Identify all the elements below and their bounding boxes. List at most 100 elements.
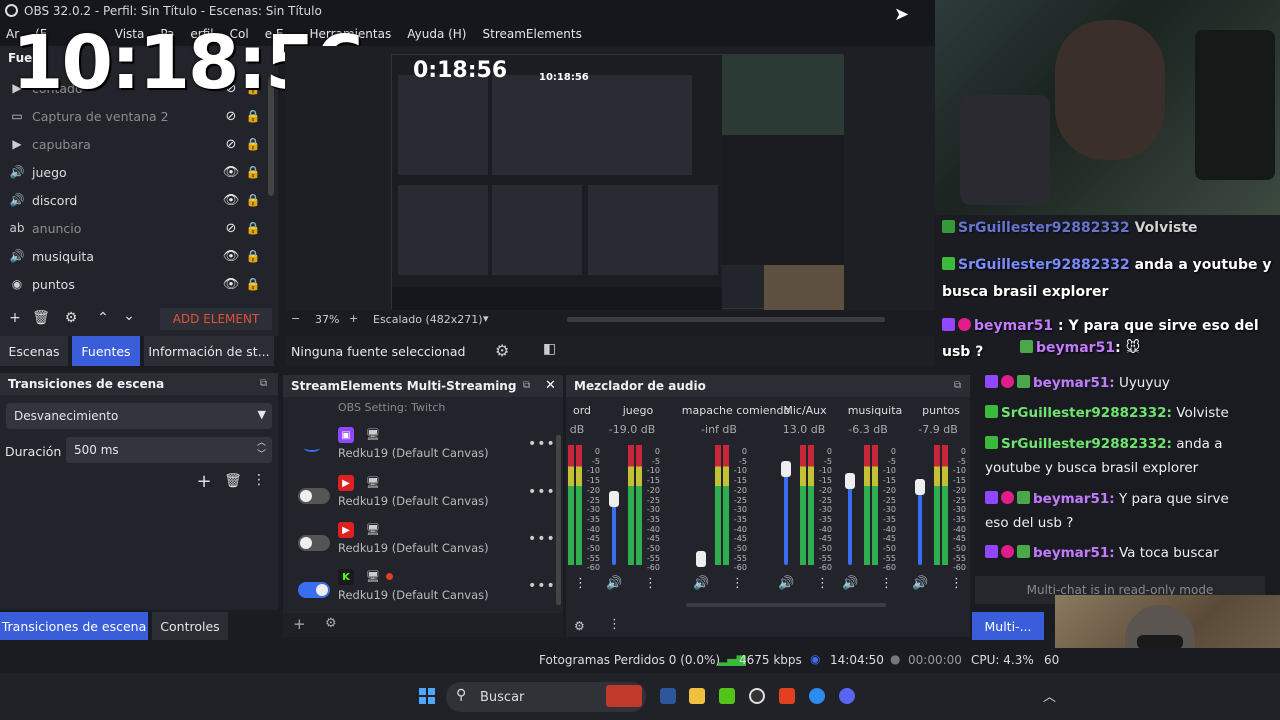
file-explorer-icon[interactable] bbox=[689, 688, 705, 704]
trash-icon[interactable]: 🗑 bbox=[32, 310, 50, 326]
gear-icon[interactable]: ⚙ bbox=[325, 616, 337, 631]
destination-toggle[interactable] bbox=[298, 488, 330, 504]
mixer-menu-icon[interactable]: ⋮ bbox=[608, 617, 621, 632]
add-transition-icon[interactable]: + bbox=[194, 471, 214, 492]
source-item[interactable]: ▭ Captura de ventana 2 ⊘ 🔒 bbox=[0, 102, 265, 130]
eye-icon[interactable]: 👁 bbox=[221, 249, 241, 264]
fader-knob[interactable] bbox=[781, 461, 791, 477]
lock-icon[interactable]: 🔒 bbox=[241, 277, 265, 291]
destination-row: ▣ 🖥 Redku19 (Default Canvas) ••• bbox=[288, 426, 556, 470]
destination-menu-icon[interactable]: ••• bbox=[528, 531, 556, 547]
source-item[interactable]: 🔊 discord 👁 🔒 bbox=[0, 186, 265, 214]
transition-menu-icon[interactable]: ⋮ bbox=[252, 472, 266, 488]
channel-menu-icon[interactable]: ⋮ bbox=[950, 576, 963, 591]
lock-icon[interactable]: 🔒 bbox=[241, 165, 265, 179]
tab-stream-info[interactable]: Información de st... bbox=[144, 336, 274, 366]
lock-icon[interactable]: 🔒 bbox=[241, 109, 265, 123]
tab-scenes[interactable]: Escenas bbox=[0, 336, 68, 366]
eye-icon[interactable]: 👁 bbox=[221, 277, 241, 292]
volume-fader[interactable] bbox=[612, 499, 616, 565]
destination-toggle[interactable] bbox=[298, 582, 330, 598]
tab-controls[interactable]: Controles bbox=[152, 612, 228, 640]
float-dock-icon[interactable]: ⧉ bbox=[260, 378, 267, 389]
add-element-button[interactable]: ADD ELEMENT bbox=[160, 308, 272, 330]
brave-icon[interactable] bbox=[779, 688, 795, 704]
close-icon[interactable]: ✕ bbox=[545, 378, 556, 393]
channel-menu-icon[interactable]: ⋮ bbox=[731, 576, 744, 591]
speaker-icon[interactable]: 🔊 bbox=[693, 576, 709, 591]
destination-toggle[interactable] bbox=[298, 535, 330, 551]
destination-menu-icon[interactable]: ••• bbox=[528, 484, 556, 500]
speaker-icon[interactable]: 🔊 bbox=[842, 576, 858, 591]
chat-username[interactable]: beymar51: bbox=[1033, 545, 1115, 561]
lock-icon[interactable]: 🔒 bbox=[241, 249, 265, 263]
scale-dropdown-icon[interactable]: ▾ bbox=[483, 312, 489, 325]
volume-fader[interactable] bbox=[784, 469, 788, 565]
obs-app-icon[interactable] bbox=[749, 688, 765, 704]
word-icon[interactable] bbox=[660, 688, 676, 704]
chat-username[interactable]: SrGuillester92882332: bbox=[1001, 405, 1172, 421]
remove-transition-icon[interactable]: 🗑 bbox=[224, 473, 242, 489]
destination-menu-icon[interactable]: ••• bbox=[528, 578, 556, 594]
duration-spinbox[interactable]: 500 ms ︿ ﹀ bbox=[66, 437, 272, 463]
fader-knob[interactable] bbox=[609, 491, 619, 507]
move-down-icon[interactable]: ⌄ bbox=[120, 308, 138, 324]
menu-help[interactable]: Ayuda (H) bbox=[407, 27, 466, 41]
tray-chevron-icon[interactable]: ︿ bbox=[1043, 686, 1056, 705]
eye-off-icon[interactable]: ⊘ bbox=[221, 137, 241, 152]
lock-icon[interactable]: 🔒 bbox=[241, 137, 265, 151]
gear-icon[interactable]: ⚙ bbox=[62, 310, 80, 326]
kick-app-icon[interactable] bbox=[719, 688, 735, 704]
eye-icon[interactable]: 👁 bbox=[221, 193, 241, 208]
spin-arrows-icon[interactable]: ︿ ﹀ bbox=[257, 437, 266, 461]
move-up-icon[interactable]: ⌃ bbox=[94, 310, 112, 326]
mixer-hscroll[interactable] bbox=[686, 603, 886, 607]
float-dock-icon[interactable]: ⧉ bbox=[523, 380, 530, 391]
speaker-icon[interactable]: 🔊 bbox=[912, 576, 928, 591]
destination-menu-icon[interactable]: ••• bbox=[528, 436, 556, 452]
source-item[interactable]: 🔊 juego 👁 🔒 bbox=[0, 158, 265, 186]
menu-streamelements[interactable]: StreamElements bbox=[483, 27, 582, 41]
float-dock-icon[interactable]: ⧉ bbox=[954, 380, 961, 391]
source-item[interactable]: ab anuncio ⊘ 🔒 bbox=[0, 214, 265, 242]
source-item[interactable]: ▶ capubara ⊘ 🔒 bbox=[0, 130, 265, 158]
lock-icon[interactable]: 🔒 bbox=[241, 221, 265, 235]
eye-off-icon[interactable]: ⊘ bbox=[221, 109, 241, 124]
volume-fader[interactable] bbox=[918, 487, 922, 565]
windows-start-icon[interactable] bbox=[419, 688, 435, 704]
eye-icon[interactable]: 👁 bbox=[221, 165, 241, 180]
chat-username[interactable]: beymar51: bbox=[1033, 375, 1115, 391]
channel-menu-icon[interactable]: ⋮ bbox=[816, 576, 829, 591]
advanced-audio-icon[interactable]: ⚙ bbox=[574, 619, 585, 633]
preview-hscroll[interactable] bbox=[567, 317, 885, 322]
channel-menu-icon[interactable]: ⋮ bbox=[644, 576, 657, 591]
tab-multichat[interactable]: Multi-... bbox=[972, 612, 1044, 640]
speaker-icon[interactable]: 🔊 bbox=[778, 576, 794, 591]
zoom-in-icon[interactable]: + bbox=[349, 312, 358, 325]
channel-menu-icon[interactable]: ⋮ bbox=[574, 576, 587, 591]
preview-area[interactable]: 0:18:56 10:18:56 bbox=[285, 46, 935, 311]
volume-fader[interactable] bbox=[848, 481, 852, 565]
tab-sources[interactable]: Fuentes bbox=[72, 336, 140, 366]
zoom-out-icon[interactable]: − bbox=[291, 312, 300, 325]
source-properties-icon[interactable]: ⚙ bbox=[495, 341, 509, 360]
chat-username[interactable]: SrGuillester92882332: bbox=[1001, 436, 1172, 452]
eye-off-icon[interactable]: ⊘ bbox=[221, 221, 241, 236]
transition-select[interactable]: Desvanecimiento ▼ bbox=[6, 403, 272, 429]
multistream-scrollbar[interactable] bbox=[556, 435, 561, 605]
speaker-icon[interactable]: 🔊 bbox=[606, 576, 622, 591]
fader-knob[interactable] bbox=[696, 551, 706, 567]
fader-knob[interactable] bbox=[845, 473, 855, 489]
chat-username[interactable]: beymar51: bbox=[1033, 491, 1115, 507]
tab-scene-transitions[interactable]: Transiciones de escena bbox=[0, 612, 148, 640]
browser-icon[interactable] bbox=[809, 688, 825, 704]
add-destination-icon[interactable]: + bbox=[293, 615, 306, 633]
source-filters-icon[interactable]: ◧ bbox=[543, 341, 556, 357]
discord-icon[interactable] bbox=[839, 688, 855, 704]
source-item[interactable]: 🔊 musiquita 👁 🔒 bbox=[0, 242, 265, 270]
source-item[interactable]: ◉ puntos 👁 🔒 bbox=[0, 270, 265, 298]
fader-knob[interactable] bbox=[915, 479, 925, 495]
channel-menu-icon[interactable]: ⋮ bbox=[880, 576, 893, 591]
lock-icon[interactable]: 🔒 bbox=[241, 193, 265, 207]
add-source-icon[interactable]: + bbox=[6, 310, 24, 326]
